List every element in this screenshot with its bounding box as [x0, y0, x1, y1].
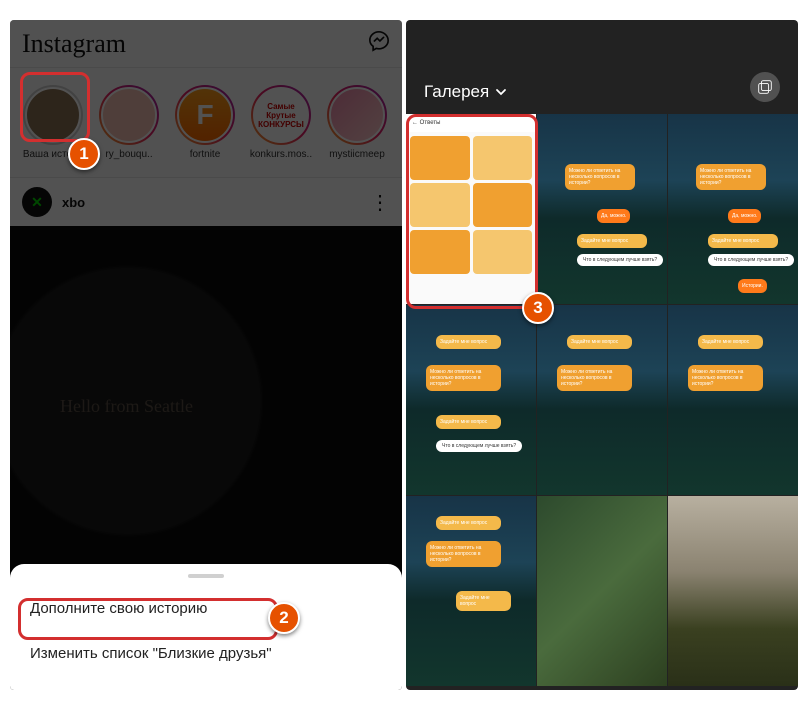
- story-label: ry_bouqu..: [105, 149, 152, 160]
- gallery-thumb[interactable]: [537, 496, 667, 686]
- sticker-text: Задайте мне вопрос: [708, 234, 778, 248]
- instagram-header: Instagram: [10, 20, 402, 68]
- gallery-dropdown[interactable]: Галерея: [424, 82, 507, 102]
- instagram-feed-screen: Instagram Ваша истор.. ry_bouqu.. F fort…: [10, 20, 402, 690]
- story-label: konkurs.mos..: [250, 149, 312, 160]
- multi-select-icon[interactable]: [750, 72, 780, 102]
- story-konkurs[interactable]: Самые Крутые КОНКУРСЫ konkurs.mos..: [246, 85, 316, 160]
- sticker-text: Можно ли ответить на несколько вопросов …: [557, 365, 632, 391]
- sticker-text: Задайте мне вопрос: [567, 335, 632, 349]
- sticker-text: Задайте мне вопрос: [436, 335, 501, 349]
- story-label: fortnite: [190, 149, 221, 160]
- gallery-thumb[interactable]: Задайте мне вопрос Можно ли ответить на …: [406, 496, 536, 686]
- bottom-sheet: Дополните свою историю Изменить список "…: [10, 564, 402, 690]
- sticker-text: Истории.: [738, 279, 767, 293]
- sticker-text: Что в следующем лучше взять?: [436, 440, 522, 452]
- stories-row: Ваша истор.. ry_bouqu.. F fortnite Самые…: [10, 68, 402, 178]
- sticker-text: Да, можно.: [597, 209, 630, 223]
- gallery-thumb-screenshot[interactable]: ← Ответы: [406, 114, 536, 304]
- sticker-text: Что в следующем лучше взять?: [577, 254, 663, 266]
- story-label: mystiicmeep: [329, 149, 385, 160]
- sticker-text: Можно ли ответить на несколько вопросов …: [696, 164, 766, 190]
- story-mystic[interactable]: mystiicmeep: [322, 85, 392, 160]
- your-story[interactable]: Ваша истор..: [18, 85, 88, 160]
- sticker-text: Можно ли ответить на несколько вопросов …: [426, 365, 501, 391]
- sticker-text: Можно ли ответить на несколько вопросов …: [688, 365, 763, 391]
- sticker-text: Что в следующем лучше взять?: [708, 254, 794, 266]
- add-to-story-option[interactable]: Дополните свою историю: [10, 586, 402, 631]
- sheet-handle[interactable]: [188, 574, 224, 578]
- sticker-text: Задайте мне вопрос: [456, 591, 511, 611]
- sticker-text: Задайте мне вопрос: [698, 335, 763, 349]
- post-image[interactable]: Hello from Seattle: [10, 226, 402, 576]
- gallery-picker-screen: Галерея ← Ответы Можно ли ответить на не…: [406, 20, 798, 690]
- post-avatar[interactable]: ✕: [22, 187, 52, 217]
- sticker-text: Можно ли ответить на несколько вопросов …: [426, 541, 501, 567]
- story-fortnite[interactable]: F fortnite: [170, 85, 240, 160]
- gallery-title-text: Галерея: [424, 82, 489, 102]
- chevron-down-icon: [495, 86, 507, 98]
- messenger-icon[interactable]: [368, 30, 390, 57]
- sticker-text: Задайте мне вопрос: [436, 415, 501, 429]
- sticker-text: Задайте мне вопрос: [436, 516, 501, 530]
- gallery-thumb[interactable]: Задайте мне вопрос Можно ли ответить на …: [406, 305, 536, 495]
- sticker-text: Задайте мне вопрос: [577, 234, 647, 248]
- gallery-thumb[interactable]: Задайте мне вопрос Можно ли ответить на …: [668, 305, 798, 495]
- gallery-thumb[interactable]: Можно ли ответить на несколько вопросов …: [537, 114, 667, 304]
- gallery-header: Галерея: [406, 20, 798, 114]
- post-username[interactable]: xbo: [62, 195, 85, 210]
- gallery-grid: ← Ответы Можно ли ответить на несколько …: [406, 114, 798, 690]
- close-friends-option[interactable]: Изменить список "Близкие друзья": [10, 631, 402, 676]
- gallery-thumb[interactable]: [668, 496, 798, 686]
- post-caption: Hello from Seattle: [60, 396, 193, 417]
- thumb-header-label: Ответы: [420, 120, 441, 126]
- post-header: ✕ xbo ⋮: [10, 178, 402, 226]
- sticker-text: Да, можно.: [728, 209, 761, 223]
- sticker-text: Можно ли ответить на несколько вопросов …: [565, 164, 635, 190]
- gallery-thumb[interactable]: Задайте мне вопрос Можно ли ответить на …: [537, 305, 667, 495]
- story-bouquet[interactable]: ry_bouqu..: [94, 85, 164, 160]
- post-more-icon[interactable]: ⋮: [370, 190, 390, 215]
- gallery-thumb[interactable]: Можно ли ответить на несколько вопросов …: [668, 114, 798, 304]
- your-story-label: Ваша истор..: [23, 149, 83, 160]
- instagram-logo: Instagram: [22, 29, 126, 59]
